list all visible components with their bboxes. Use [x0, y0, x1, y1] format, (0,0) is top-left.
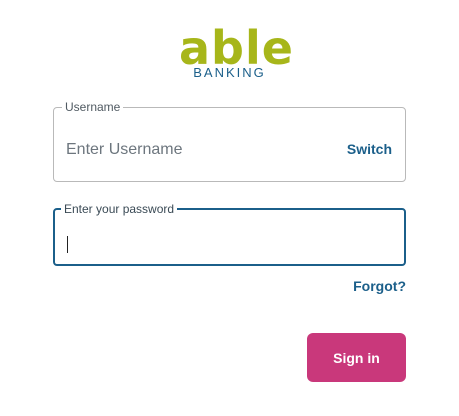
username-field[interactable]: Username Enter Username Switch [53, 100, 406, 182]
password-label: Enter your password [64, 202, 175, 216]
logo-subtitle: BANKING [193, 65, 266, 80]
username-label: Username [65, 100, 121, 114]
username-placeholder: Enter Username [66, 141, 183, 158]
text-cursor [67, 236, 68, 253]
sign-in-button[interactable]: Sign in [307, 333, 406, 382]
password-field[interactable]: Enter your password [53, 202, 406, 266]
forgot-password-link[interactable]: Forgot? [353, 278, 406, 294]
switch-link[interactable]: Switch [347, 141, 392, 157]
